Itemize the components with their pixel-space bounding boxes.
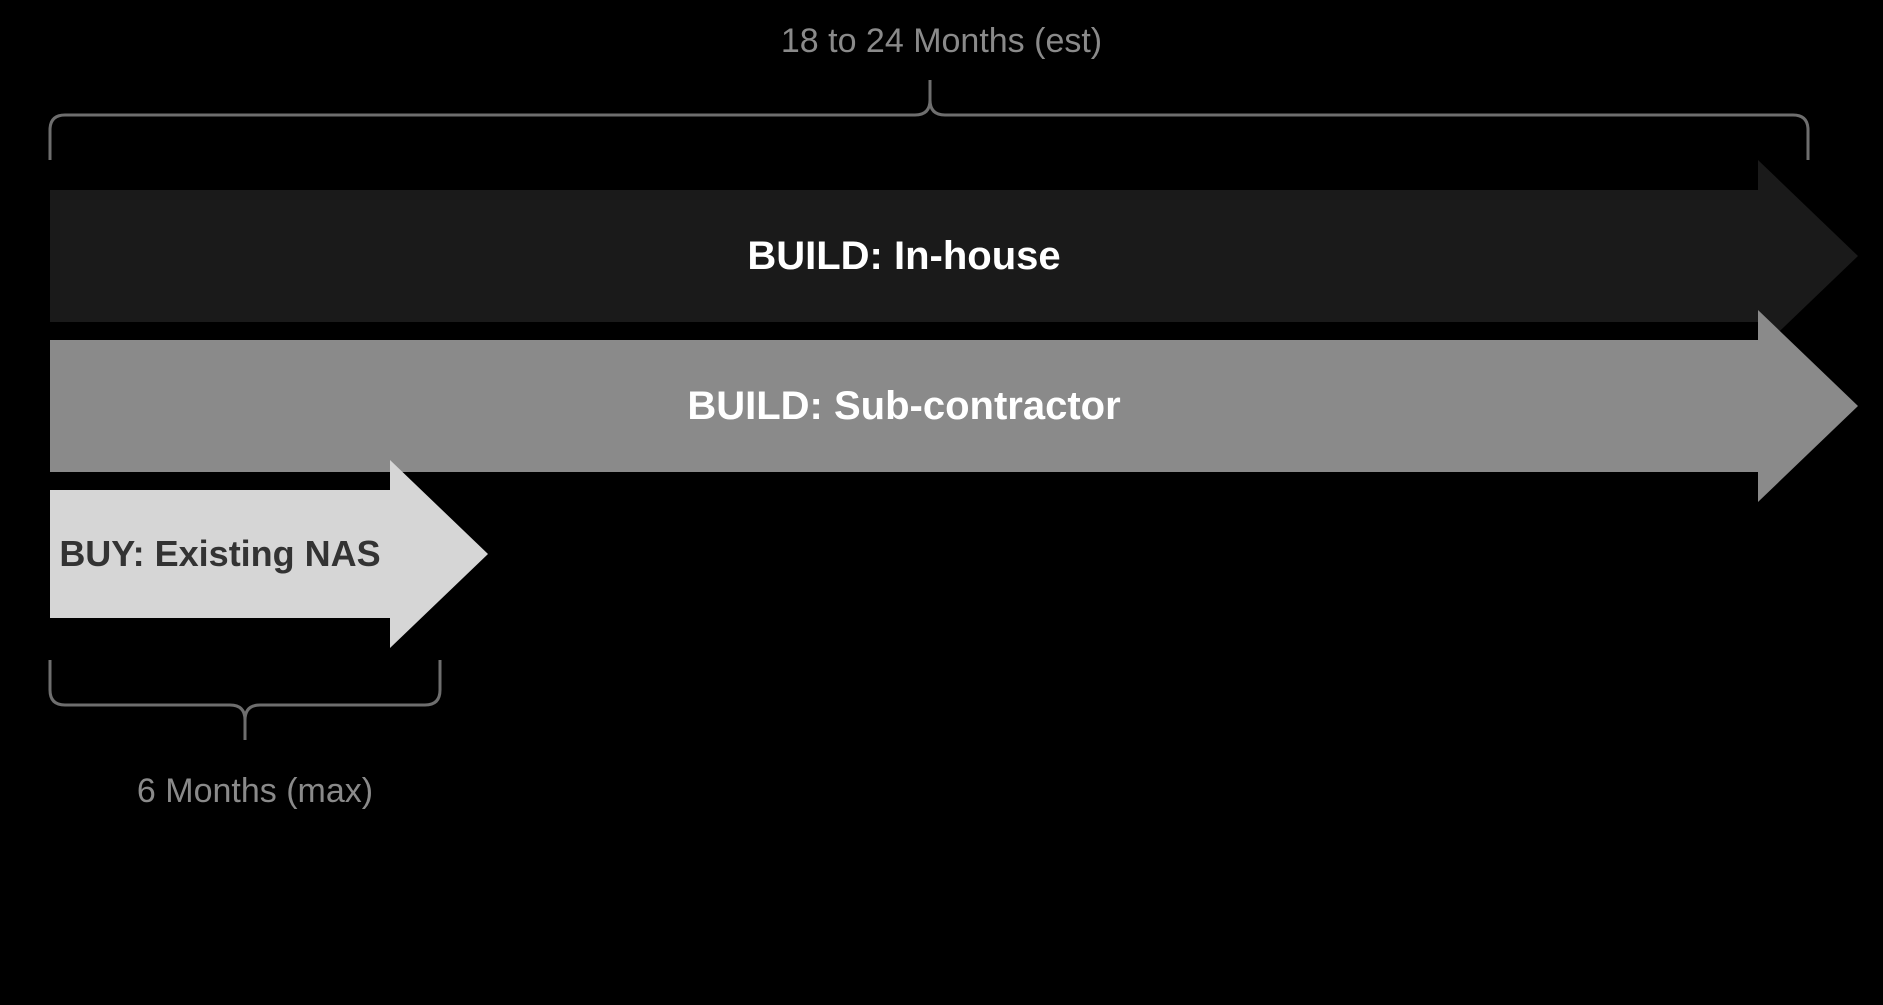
arrow-head-icon: [1758, 310, 1858, 502]
arrow-head-icon: [390, 460, 488, 648]
bottom-timeframe-label: 6 Months (max): [50, 772, 460, 811]
top-bracket: [50, 80, 1808, 160]
top-timeframe-label: 18 to 24 Months (est): [0, 22, 1883, 61]
diagram-build-vs-buy-timeline: 18 to 24 Months (est) BUILD: In-house BU…: [0, 0, 1883, 1005]
bottom-bracket: [50, 660, 440, 740]
arrow-shaft: [50, 340, 1758, 472]
arrow-shaft: [50, 190, 1758, 322]
arrow-shaft: [50, 490, 390, 618]
